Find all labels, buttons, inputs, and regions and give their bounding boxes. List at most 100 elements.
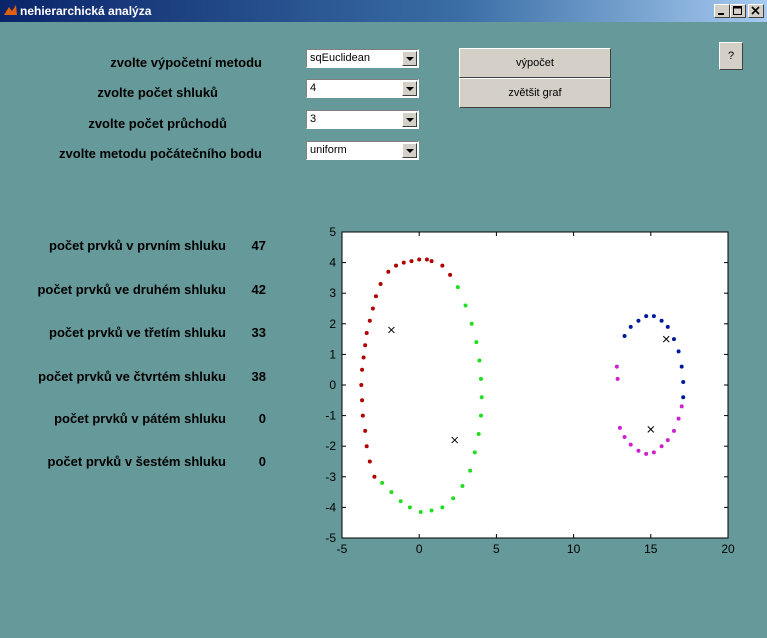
data-point xyxy=(472,450,477,455)
data-point xyxy=(360,398,365,403)
chevron-down-icon[interactable] xyxy=(402,51,417,66)
data-point xyxy=(469,321,474,326)
data-point xyxy=(671,428,676,433)
data-point xyxy=(651,450,656,455)
data-point xyxy=(636,448,641,453)
data-point xyxy=(386,269,391,274)
data-point xyxy=(651,314,656,319)
data-point xyxy=(401,260,406,265)
data-point xyxy=(665,438,670,443)
chevron-down-icon[interactable] xyxy=(402,112,417,127)
data-point xyxy=(364,330,369,335)
count-label-5: počet prvků v pátém shluku xyxy=(54,411,226,426)
data-point xyxy=(474,340,479,345)
window-title: nehierarchická analýza xyxy=(20,4,152,18)
data-point xyxy=(622,435,627,440)
data-point xyxy=(359,383,364,387)
data-point xyxy=(681,395,686,400)
cluster-count-select[interactable]: 4 xyxy=(306,79,419,98)
compute-button[interactable]: výpočet xyxy=(459,48,611,78)
data-point xyxy=(394,263,399,268)
data-point xyxy=(622,334,627,339)
data-point xyxy=(617,425,622,430)
y-tick-label: 2 xyxy=(329,317,336,331)
count-value-1: 47 xyxy=(251,238,266,253)
enlarge-graph-button[interactable]: zvětšit graf xyxy=(459,78,611,108)
init-method-label: zvolte metodu počátečního bodu xyxy=(59,146,262,161)
data-point xyxy=(429,508,434,513)
data-point xyxy=(614,364,619,369)
data-point xyxy=(370,306,375,311)
chevron-down-icon[interactable] xyxy=(402,81,417,96)
x-tick-label: -5 xyxy=(337,542,348,556)
data-point xyxy=(372,474,377,479)
data-point xyxy=(448,272,453,277)
init-method-select[interactable]: uniform xyxy=(306,141,419,160)
x-tick-label: 15 xyxy=(644,542,658,556)
data-point xyxy=(378,282,383,287)
data-point xyxy=(468,468,473,473)
data-point xyxy=(363,343,368,348)
data-point xyxy=(478,376,483,381)
title-bar: nehierarchická analýza xyxy=(0,0,767,22)
cluster-count-label: zvolte počet shluků xyxy=(97,85,218,100)
scatter-plot: -5 0 5 10 15 20 -5 -4 -3 -2 -1 0 1 2 3 4 5 xyxy=(325,225,735,556)
data-point xyxy=(676,416,681,421)
data-point xyxy=(460,483,465,488)
data-point xyxy=(418,509,423,514)
data-point xyxy=(440,505,445,510)
x-tick-label: 10 xyxy=(567,542,581,556)
y-tick-label: 3 xyxy=(329,286,336,300)
maximize-icon xyxy=(733,6,742,15)
count-label-6: počet prvků v šestém shluku xyxy=(47,454,226,469)
count-value-2: 42 xyxy=(251,282,266,297)
count-value-4: 38 xyxy=(251,369,266,384)
data-point xyxy=(628,324,633,329)
method-label: zvolte výpočetní metodu xyxy=(110,55,262,70)
maximize-button[interactable] xyxy=(730,4,746,18)
data-point xyxy=(644,451,649,456)
data-point xyxy=(424,257,429,262)
pass-count-value: 3 xyxy=(310,113,317,125)
method-select[interactable]: sqEuclidean xyxy=(306,49,419,68)
data-point xyxy=(364,444,369,449)
data-point xyxy=(659,444,664,449)
matlab-icon xyxy=(4,5,17,15)
data-point xyxy=(363,428,368,433)
data-point xyxy=(398,499,403,504)
data-point xyxy=(367,459,372,464)
method-value: sqEuclidean xyxy=(310,52,370,64)
close-icon xyxy=(751,6,760,15)
data-point xyxy=(479,395,484,400)
x-tick-label: 5 xyxy=(493,542,500,556)
data-point xyxy=(628,442,633,447)
y-tick-label: 4 xyxy=(329,256,336,270)
data-point xyxy=(455,285,460,290)
y-tick-label: -4 xyxy=(325,500,336,514)
data-point xyxy=(360,367,365,372)
count-value-5: 0 xyxy=(258,411,266,426)
data-point xyxy=(451,496,456,501)
close-button[interactable] xyxy=(748,4,764,18)
data-point xyxy=(360,413,365,418)
data-point xyxy=(409,259,414,264)
count-label-1: počet prvků v prvním shluku xyxy=(49,238,226,253)
help-button[interactable]: ? xyxy=(719,42,743,70)
count-label-2: počet prvků ve druhém shluku xyxy=(37,282,226,297)
chevron-down-icon[interactable] xyxy=(402,143,417,158)
data-point xyxy=(417,257,422,262)
data-point xyxy=(477,358,482,363)
y-tick-label: -3 xyxy=(325,470,336,484)
y-tick-label: -5 xyxy=(325,531,336,545)
pass-count-select[interactable]: 3 xyxy=(306,110,419,129)
data-point xyxy=(407,505,412,510)
data-point xyxy=(389,490,394,495)
data-point xyxy=(659,318,664,323)
data-point xyxy=(361,355,366,360)
data-point xyxy=(478,413,483,418)
minimize-button[interactable] xyxy=(714,4,730,18)
data-point xyxy=(373,294,378,299)
data-point xyxy=(671,337,676,342)
x-tick-label: 0 xyxy=(416,542,423,556)
count-label-4: počet prvků ve čtvrtém shluku xyxy=(38,369,226,384)
